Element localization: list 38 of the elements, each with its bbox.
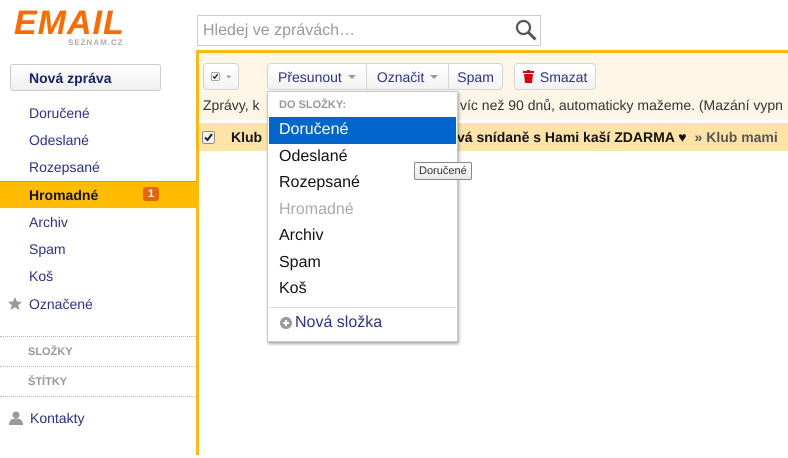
person-icon — [9, 411, 23, 426]
menu-button[interactable]: Označit — [366, 63, 448, 90]
folder-item[interactable]: Doručené — [0, 99, 196, 126]
message-subject: vá snídaně s Hami kaší ZDARMA ♥ — [457, 129, 687, 145]
checkbox[interactable] — [202, 130, 215, 144]
message-folder: » Klub mami — [694, 129, 778, 145]
search-icon[interactable] — [515, 19, 537, 41]
folder-item[interactable]: Spam — [0, 235, 196, 263]
folder-item[interactable]: Archiv — [0, 208, 196, 236]
caret-icon — [348, 74, 356, 78]
folder-item[interactable]: Odeslané — [0, 126, 196, 154]
menu-button[interactable]: Přesunout — [267, 63, 366, 90]
menu-item[interactable]: Spam — [269, 250, 456, 276]
menu-item[interactable]: Koš — [269, 276, 456, 302]
checkbox[interactable] — [211, 70, 220, 83]
menu-item[interactable]: Doručené — [269, 117, 456, 144]
menu-item[interactable]: Archiv — [269, 223, 456, 250]
caret-icon — [226, 74, 231, 78]
delete-button[interactable]: Smazat — [514, 63, 596, 90]
compose-button[interactable]: Nová zpráva — [10, 64, 161, 91]
contacts-link[interactable]: Kontakty — [30, 410, 84, 426]
menu-heading: DO SLOŽKY: — [278, 97, 348, 113]
trash-icon — [522, 70, 534, 83]
toolbar-button[interactable]: Spam — [448, 63, 503, 90]
notice-text: Zprávy, k — [203, 97, 261, 113]
folder-item[interactable]: Rozepsané — [0, 154, 196, 181]
notice-text: víc než 90 dnů, automaticky mažeme. (Mazání vypn — [460, 97, 784, 113]
search-field[interactable]: Hledej ve zprávách… — [197, 15, 541, 46]
plus-circle-icon — [280, 316, 292, 328]
folder-item[interactable]: Hromadné 1 — [0, 180, 196, 208]
folder-item[interactable]: Koš — [0, 262, 196, 290]
new-folder-item[interactable]: Nová složka — [268, 310, 457, 334]
star-icon — [8, 297, 22, 310]
caret-icon — [430, 74, 438, 78]
tooltip: Doručené — [414, 162, 472, 180]
folder-item[interactable]: Označené — [0, 290, 196, 318]
message-sender: Klub — [231, 129, 264, 145]
unread-badge: 1 — [143, 186, 160, 201]
